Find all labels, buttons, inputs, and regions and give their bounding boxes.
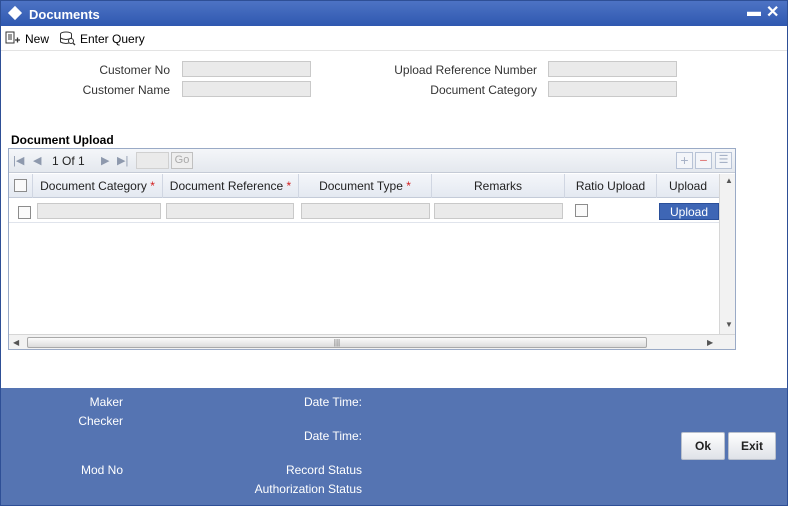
delete-row-icon[interactable]: − [695,152,712,169]
record-status-label: Record Status [285,463,362,477]
ratio-upload-checkbox[interactable] [575,204,588,217]
document-category-label: Document Category [430,83,537,97]
next-page-icon[interactable]: ▶ [101,154,109,167]
go-button[interactable]: Go [171,152,193,169]
document-upload-title: Document Upload [11,133,114,147]
add-row-icon[interactable]: + [676,152,693,169]
vertical-scrollbar[interactable]: ▲ ▼ [719,174,735,334]
single-view-icon[interactable]: ☰ [715,152,732,169]
scroll-right-icon[interactable]: ▶ [707,338,713,347]
required-asterisk: * [150,179,155,193]
title-bar: Documents ▬ ✕ [1,1,787,26]
select-all-checkbox[interactable] [14,179,27,192]
column-document-reference[interactable]: Document Reference * [163,174,299,198]
customer-no-field[interactable] [182,61,311,77]
customer-no-label: Customer No [99,63,170,77]
minimize-icon[interactable]: ▬ [747,3,761,19]
exit-button[interactable]: Exit [728,432,776,460]
mod-no-label: Mod No [80,463,123,477]
scroll-left-icon[interactable]: ◀ [13,338,19,347]
enter-query-button[interactable]: Enter Query [59,29,145,48]
column-document-category[interactable]: Document Category * [33,174,163,198]
window-title: Documents [29,7,100,22]
close-icon[interactable]: ✕ [766,2,779,22]
row-divider [9,222,719,223]
column-ratio-upload[interactable]: Ratio Upload [565,174,657,198]
maker-label: Maker [89,395,123,409]
document-category-field[interactable] [548,81,677,97]
grid-header-row: Document Category * Document Reference *… [9,174,719,198]
grid-navigation-bar: |◀ ◀ 1 Of 1 ▶ ▶| Go + − ☰ [9,149,735,173]
authorization-status-label: Authorization Status [254,482,362,496]
first-page-icon[interactable]: |◀ [13,154,24,167]
checker-label: Checker [78,414,123,428]
current-page: 1 [52,154,59,168]
new-record-icon [5,31,20,44]
column-upload[interactable]: Upload [657,174,719,198]
new-button[interactable]: New [5,29,49,48]
column-remarks[interactable]: Remarks [432,174,565,198]
of-label: Of [62,154,75,168]
row-select-checkbox[interactable] [18,206,31,219]
window-diamond-icon [7,5,23,21]
new-label: New [25,31,50,46]
page-number-input[interactable] [136,152,169,169]
query-database-icon [60,31,76,46]
audit-footer: Maker Checker Mod No Date Time: Date Tim… [1,388,787,505]
documents-window: Documents ▬ ✕ New Enter Query Customer N… [0,0,788,506]
scroll-up-icon[interactable]: ▲ [725,176,733,185]
upload-button[interactable]: Upload [659,203,719,220]
column-document-type[interactable]: Document Type * [299,174,432,198]
select-all-cell [9,174,33,198]
checker-date-time-label: Date Time: [303,429,362,443]
upload-reference-number-field[interactable] [548,61,677,77]
previous-page-icon[interactable]: ◀ [33,154,41,167]
document-type-cell[interactable] [301,203,430,219]
enter-query-label: Enter Query [80,31,145,46]
last-page-icon[interactable]: ▶| [117,154,128,167]
page-indicator: 1 Of 1 [52,154,85,168]
horizontal-scroll-thumb[interactable]: ||| [27,337,647,348]
required-asterisk: * [406,179,411,193]
total-pages: 1 [78,154,85,168]
document-reference-cell[interactable] [166,203,294,219]
document-upload-grid: |◀ ◀ 1 Of 1 ▶ ▶| Go + − ☰ Document Categ… [8,148,736,350]
required-asterisk: * [286,179,292,193]
scroll-down-icon[interactable]: ▼ [725,320,733,329]
remarks-cell[interactable] [434,203,563,219]
customer-name-field[interactable] [182,81,311,97]
customer-name-label: Customer Name [82,83,170,97]
ok-button[interactable]: Ok [681,432,725,460]
toolbar: New Enter Query [1,26,787,51]
horizontal-scrollbar[interactable]: ◀ ||| ▶ [9,334,735,349]
maker-date-time-label: Date Time: [303,395,362,409]
upload-reference-number-label: Upload Reference Number [394,63,537,77]
document-category-cell[interactable] [37,203,161,219]
